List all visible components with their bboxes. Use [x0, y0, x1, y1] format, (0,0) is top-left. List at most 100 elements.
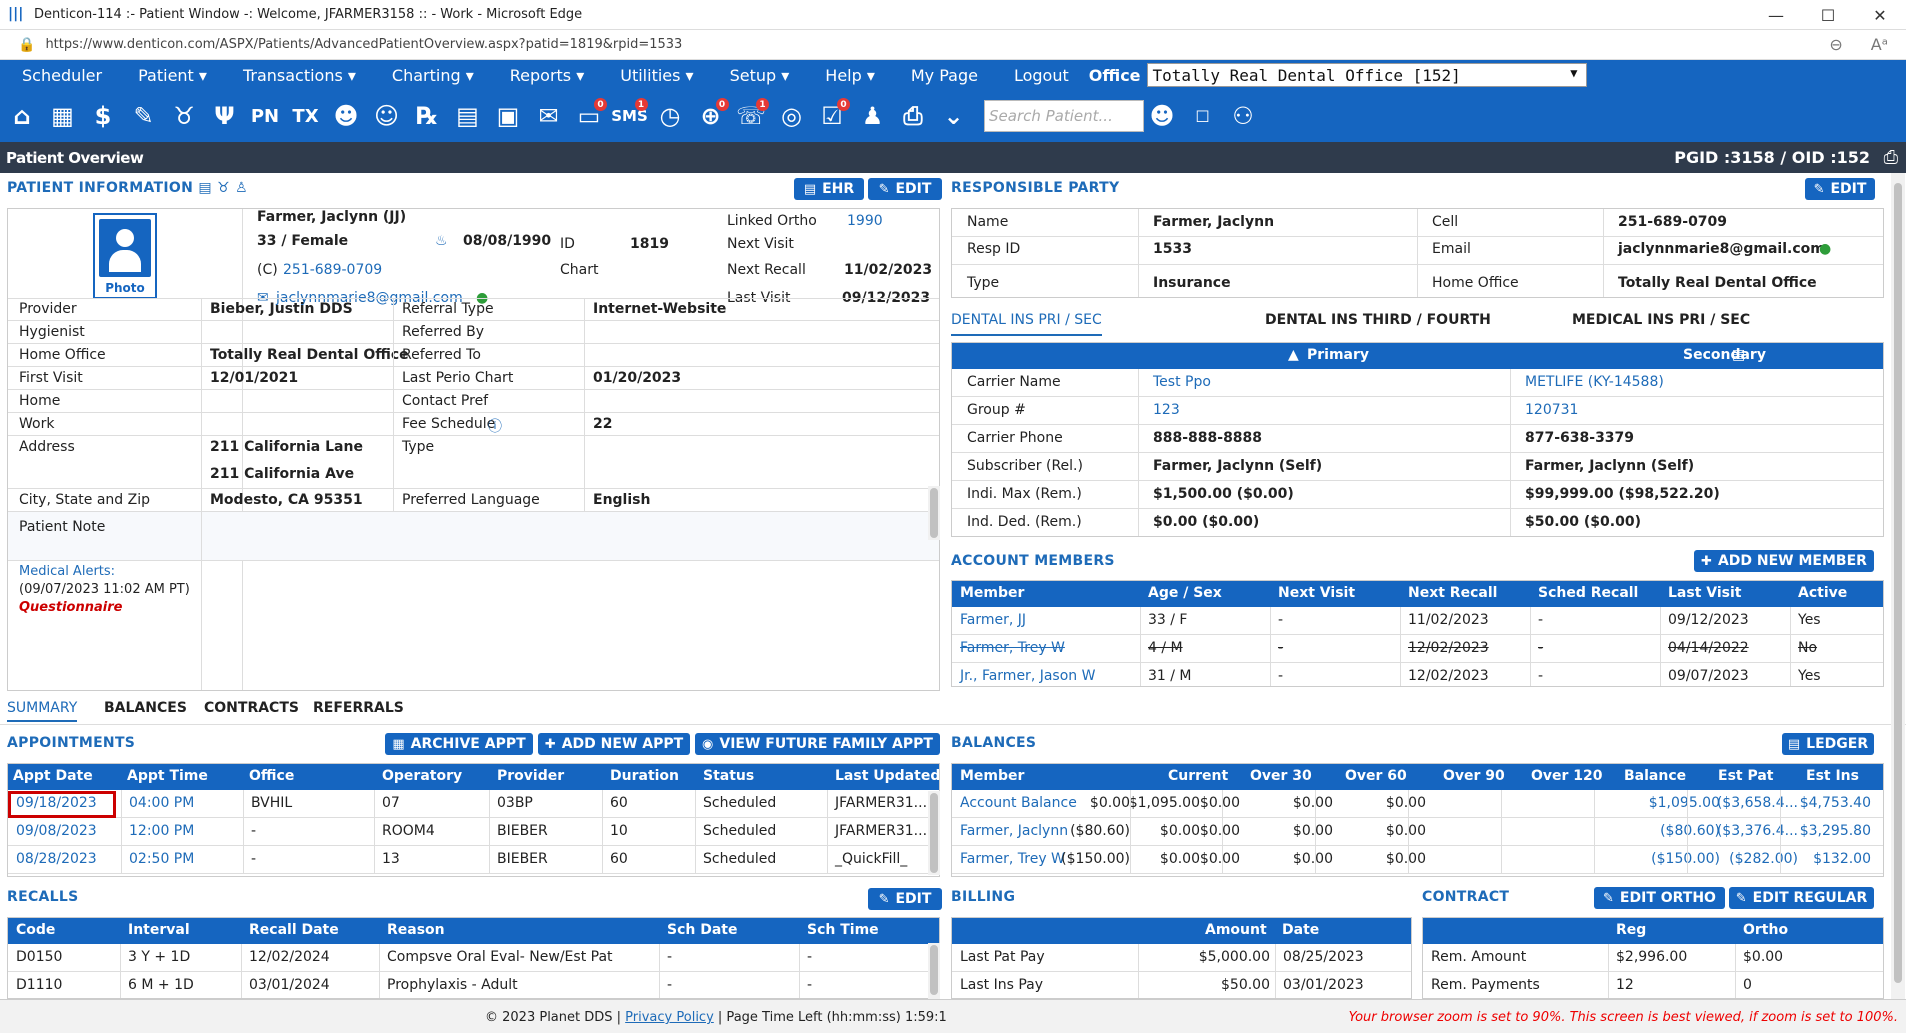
edit-ortho-button[interactable]: ✎ EDIT ORTHO — [1594, 887, 1725, 909]
recalls-scrollbar[interactable] — [928, 943, 940, 999]
checklist-icon[interactable]: ☑ 0 — [814, 96, 850, 136]
ins-secondary[interactable]: METLIFE (KY-14588) — [1525, 374, 1664, 390]
cell[interactable]: $1,095.00 — [1649, 795, 1720, 811]
menu-help[interactable]: Help ▾ — [803, 66, 875, 85]
cell[interactable]: ($282.00) — [1729, 851, 1798, 867]
cell[interactable]: Farmer, Jaclynn — [960, 823, 1068, 839]
menu-my-page[interactable]: My Page — [889, 66, 978, 85]
document-icon[interactable]: ▣ — [490, 96, 526, 136]
ins-primary[interactable]: Test Ppo — [1153, 374, 1211, 390]
add-new-appt-button[interactable]: ✚ ADD NEW APPT — [538, 733, 690, 755]
web-icon[interactable]: ◎ — [774, 96, 810, 136]
menu-charting[interactable]: Charting ▾ — [370, 66, 474, 85]
tab-summary[interactable]: SUMMARY — [7, 700, 78, 722]
view-future-family-appt-button[interactable]: ◉ VIEW FUTURE FAMILY APPT — [695, 733, 940, 755]
patient-doc-icon[interactable]: ▤ — [198, 180, 212, 196]
cell[interactable]: ($80.60) — [1660, 823, 1720, 839]
minimize-icon[interactable]: — — [1750, 0, 1802, 30]
info-icon[interactable]: ⓘ — [488, 416, 502, 436]
office-select[interactable]: Totally Real Dental Office [152] ▼ — [1146, 63, 1587, 87]
url-text[interactable]: https://www.denticon.com/ASPX/Patients/A… — [45, 37, 682, 52]
home-icon[interactable]: ⌂ — [4, 96, 40, 136]
tab-dental-pri-sec[interactable]: DENTAL INS PRI / SEC — [951, 312, 1102, 336]
archive-appt-button[interactable]: ▦ ARCHIVE APPT — [385, 733, 533, 755]
cell[interactable]: $4,753.40 — [1800, 795, 1871, 811]
email-icon[interactable]: ✉ — [531, 96, 567, 136]
cell[interactable]: ($3,376.4... — [1717, 823, 1798, 839]
chat-icon[interactable]: ▭ 0 — [571, 96, 607, 136]
medical-alerts-label[interactable]: Medical Alerts: — [19, 564, 115, 579]
cell[interactable]: ($3,658.4... — [1717, 795, 1798, 811]
patient-edit-button[interactable]: ✎ EDIT — [868, 178, 942, 200]
ins-primary[interactable]: 123 — [1153, 402, 1180, 418]
globe-icon[interactable]: ⊕ 0 — [693, 96, 729, 136]
menu-transactions[interactable]: Transactions ▾ — [221, 66, 356, 85]
patient-photo[interactable]: Photo — [93, 213, 157, 299]
tab-balances[interactable]: BALANCES — [104, 700, 187, 716]
dollar-icon[interactable]: $ — [85, 96, 121, 136]
support-icon[interactable]: ☏ 1 — [733, 96, 769, 136]
linked-ortho-value[interactable]: 1990 — [847, 213, 883, 229]
tooth-icon[interactable]: ♉ — [166, 96, 202, 136]
page-scrollbar[interactable] — [1891, 173, 1905, 999]
secondary-doc-icon[interactable]: ▤ — [1732, 347, 1745, 363]
cell[interactable]: Jr., Farmer, Jason W — [960, 668, 1095, 684]
chevron-shield-icon[interactable]: ⌄ — [936, 96, 972, 136]
patient-cell[interactable]: 251-689-0709 — [283, 262, 382, 278]
notes-icon[interactable]: ✎ — [126, 96, 162, 136]
cell[interactable]: 08/28/2023 — [16, 851, 97, 867]
clock-icon[interactable]: ◷ — [652, 96, 688, 136]
printer-icon[interactable]: ⎙ — [895, 96, 931, 136]
implant-icon[interactable]: Ψ — [207, 96, 243, 136]
patient-person-icon[interactable]: ♙ — [235, 180, 248, 196]
edit-regular-button[interactable]: ✎ EDIT REGULAR — [1729, 887, 1874, 909]
checkbox[interactable]: ☐ — [1185, 96, 1221, 136]
cell[interactable]: Farmer, Trey W — [960, 851, 1065, 867]
menu-patient[interactable]: Patient ▾ — [116, 66, 207, 85]
add-patient-icon[interactable]: ☻ — [328, 96, 364, 136]
patient-tooth-icon[interactable]: ♉ — [217, 180, 230, 196]
cell[interactable]: Farmer, JJ — [960, 612, 1026, 628]
privacy-policy-link[interactable]: Privacy Policy — [625, 1010, 714, 1025]
print-icon[interactable]: ⎙ — [1884, 147, 1898, 168]
cell[interactable]: ($150.00) — [1651, 851, 1720, 867]
calendar-icon[interactable]: ▦ — [45, 96, 81, 136]
cell[interactable]: Account Balance — [960, 795, 1077, 811]
recalls-edit-button[interactable]: ✎ EDIT — [868, 888, 942, 910]
menu-logout[interactable]: Logout — [992, 66, 1069, 85]
questionnaire-link[interactable]: Questionnaire — [19, 600, 122, 615]
ehr-button[interactable]: ▤ EHR — [794, 178, 864, 200]
appointments-scrollbar[interactable] — [928, 791, 940, 875]
close-icon[interactable]: ✕ — [1854, 0, 1906, 30]
message-icon[interactable]: ▤ — [450, 96, 486, 136]
cell[interactable]: $132.00 — [1813, 851, 1871, 867]
cell[interactable]: Farmer, Trey W — [960, 640, 1065, 656]
ledger-button[interactable]: ▤ LEDGER — [1782, 733, 1874, 755]
menu-reports[interactable]: Reports ▾ — [488, 66, 585, 85]
group-icon[interactable]: ♟ — [855, 96, 891, 136]
menu-utilities[interactable]: Utilities ▾ — [598, 66, 693, 85]
tab-contracts[interactable]: CONTRACTS — [204, 700, 299, 716]
cell[interactable]: 09/08/2023 — [16, 823, 97, 839]
tab-referrals[interactable]: REFERRALS — [313, 700, 404, 716]
search-patient-icon[interactable]: ☻ — [1144, 96, 1180, 136]
zoom-icon[interactable]: ⊖ — [1829, 35, 1842, 54]
menu-scheduler[interactable]: Scheduler — [0, 66, 102, 85]
tab-medical-pri-sec[interactable]: MEDICAL INS PRI / SEC — [1572, 312, 1750, 328]
search-patient-input[interactable]: Search Patient... — [984, 100, 1144, 132]
tx-icon[interactable]: TX — [288, 96, 324, 136]
tab-dental-third-fourth[interactable]: DENTAL INS THIRD / FOURTH — [1265, 312, 1491, 328]
read-aloud-icon[interactable]: Aᵃ — [1871, 35, 1888, 54]
responsible-edit-button[interactable]: ✎ EDIT — [1805, 178, 1875, 200]
cell[interactable]: $3,295.80 — [1800, 823, 1871, 839]
rx-icon[interactable]: ℞ — [409, 96, 445, 136]
sms-icon[interactable]: SMS 1 — [611, 96, 648, 136]
patient-info-scrollbar[interactable] — [928, 486, 940, 540]
ins-secondary[interactable]: 120731 — [1525, 402, 1578, 418]
family-search-icon[interactable]: ⚇ — [1225, 96, 1261, 136]
add-new-member-button[interactable]: ✚ ADD NEW MEMBER — [1694, 550, 1874, 572]
menu-setup[interactable]: Setup ▾ — [708, 66, 790, 85]
pn-icon[interactable]: PN — [247, 96, 283, 136]
maximize-icon[interactable]: ☐ — [1802, 0, 1854, 30]
cell[interactable]: 12:00 PM — [129, 823, 194, 839]
